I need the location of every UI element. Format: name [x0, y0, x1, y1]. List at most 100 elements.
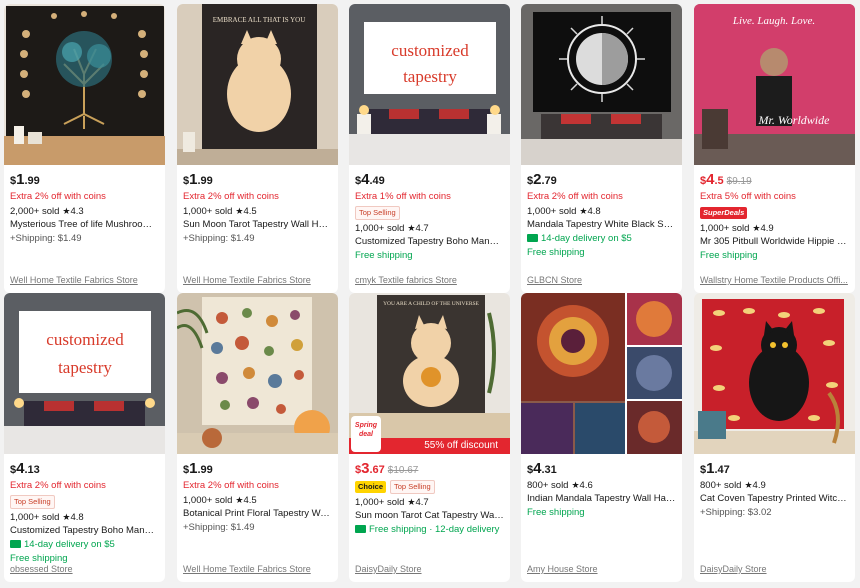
rating: 4.3: [70, 206, 84, 217]
store-link[interactable]: GLBCN Store: [527, 275, 582, 285]
product-card[interactable]: customized tapestry $4.49 Extra 1% off w…: [349, 4, 510, 293]
product-title[interactable]: Customized Tapestry Boho Mandal...: [355, 235, 504, 249]
store-link[interactable]: Well Home Textile Fabrics Store: [10, 275, 138, 285]
sold-rating: 1,000+ sold ★4.5: [183, 204, 332, 218]
product-title[interactable]: Mysterious Tree of life Mushroom ...: [10, 218, 159, 232]
product-image[interactable]: [177, 293, 338, 454]
image-caption: YOU ARE A CHILD OF THE UNIVERSE: [383, 301, 479, 307]
badges: Choice Top Selling: [355, 479, 504, 494]
store-link[interactable]: Well Home Textile Fabrics Store: [183, 564, 311, 574]
sold-rating: 1,000+ sold ★4.7: [355, 221, 504, 235]
product-image[interactable]: [521, 293, 682, 454]
top-selling-badge: Top Selling: [355, 205, 400, 220]
coin-discount: Extra 2% off with coins: [183, 480, 279, 491]
product-image[interactable]: [521, 4, 682, 165]
product-image[interactable]: YOU ARE A CHILD OF THE UNIVERSE 55% off …: [349, 293, 510, 454]
coin-discount: Extra 2% off with coins: [183, 191, 279, 202]
star-icon: ★: [571, 480, 580, 490]
image-text-line2: tapestry: [403, 67, 457, 86]
product-title[interactable]: Botanical Print Floral Tapestry Wall ...: [183, 507, 332, 521]
product-title[interactable]: Mandala Tapestry White Black Sun ...: [527, 218, 676, 232]
sold-count: 1,000+ sold: [183, 206, 233, 217]
product-card[interactable]: YOU ARE A CHILD OF THE UNIVERSE 55% off …: [349, 293, 510, 582]
sold-count: 1,000+ sold: [355, 223, 405, 234]
rating: 4.7: [415, 223, 429, 234]
top-selling-badge: Top Selling: [390, 479, 435, 494]
spring-deal-sticker: Spring deal: [351, 416, 381, 452]
sold-rating: 1,000+ sold ★4.5: [183, 493, 332, 507]
product-title[interactable]: Sun moon Tarot Cat Tapestry Wall ...: [355, 509, 504, 523]
product-grid: $1.99 Extra 2% off with coins 2,000+ sol…: [0, 0, 860, 588]
rating: 4.6: [579, 480, 593, 491]
rating: 4.8: [70, 512, 84, 523]
store-link[interactable]: Amy House Store: [527, 564, 598, 574]
product-card[interactable]: $4.31 800+ sold ★4.6 Indian Mandala Tapes…: [521, 293, 682, 582]
price: $4.49: [355, 171, 385, 188]
star-icon: ★: [744, 480, 753, 490]
shipping: Free shipping: [700, 250, 758, 261]
sold-count: 1,000+ sold: [527, 206, 577, 217]
product-card[interactable]: customized tapestry $4.13 Extra 2% off w…: [4, 293, 165, 582]
product-card[interactable]: $1.99 Extra 2% off with coins 2,000+ sol…: [4, 4, 165, 293]
store-link[interactable]: Well Home Textile Fabrics Store: [183, 275, 311, 285]
badges: Top Selling: [355, 205, 504, 220]
price: $4.5 $9.19: [700, 171, 752, 188]
product-image[interactable]: EMBRACE ALL THAT IS YOU: [177, 4, 338, 165]
product-image[interactable]: customized tapestry: [4, 293, 165, 454]
product-image[interactable]: customized tapestry: [349, 4, 510, 165]
rating: 4.5: [243, 206, 257, 217]
product-image[interactable]: [694, 293, 855, 454]
image-text-line2: tapestry: [58, 358, 112, 377]
shipping: +Shipping: $1.49: [183, 522, 255, 533]
price: $4.13: [10, 460, 40, 477]
sold-rating: 800+ sold ★4.9: [700, 478, 849, 492]
store-link[interactable]: DaisyDaily Store: [700, 564, 767, 574]
truck-icon: [10, 540, 21, 548]
product-card[interactable]: $1.47 800+ sold ★4.9 Cat Coven Tapestry P…: [694, 293, 855, 582]
sold-rating: 1,000+ sold ★4.9: [700, 221, 849, 235]
image-text-line1: customized: [391, 41, 469, 60]
product-image[interactable]: [4, 4, 165, 165]
truck-icon: [527, 234, 538, 242]
shipping: +Shipping: $1.49: [10, 233, 82, 244]
product-title[interactable]: Customized Tapestry Boho Mandal...: [10, 524, 159, 538]
store-link[interactable]: DaisyDaily Store: [355, 564, 422, 574]
sold-rating: 2,000+ sold ★4.3: [10, 204, 159, 218]
product-card[interactable]: $2.79 Extra 2% off with coins 1,000+ sol…: [521, 4, 682, 293]
product-card[interactable]: EMBRACE ALL THAT IS YOU $1.99 Extra 2% o…: [177, 4, 338, 293]
product-title[interactable]: Mr 305 Pitbull Worldwide Hippie Ta...: [700, 235, 849, 249]
price: $1.99: [183, 460, 213, 477]
coin-discount: Extra 2% off with coins: [527, 191, 623, 202]
sold-count: 1,000+ sold: [10, 512, 60, 523]
shipping: Free shipping: [355, 250, 413, 261]
rating: 4.9: [760, 223, 774, 234]
rating: 4.9: [752, 480, 766, 491]
product-title[interactable]: Cat Coven Tapestry Printed Witchcr...: [700, 492, 849, 506]
product-title[interactable]: Sun Moon Tarot Tapestry Wall Han...: [183, 218, 332, 232]
image-text-line1: Live. Laugh. Love.: [732, 15, 815, 27]
coin-discount: Extra 5% off with coins: [700, 191, 796, 202]
product-image[interactable]: Live. Laugh. Love. Mr. Worldwide: [694, 4, 855, 165]
price: $1.99: [183, 171, 213, 188]
price: $2.79: [527, 171, 557, 188]
product-card[interactable]: $1.99 Extra 2% off with coins 1,000+ sol…: [177, 293, 338, 582]
price: $3.67 $10.67: [355, 460, 419, 477]
choice-badge: Choice: [355, 480, 387, 493]
sold-count: 800+ sold: [700, 480, 742, 491]
delivery-info: 14-day delivery on $5: [527, 232, 676, 246]
sold-count: 1,000+ sold: [700, 223, 750, 234]
image-caption: EMBRACE ALL THAT IS YOU: [213, 16, 306, 24]
sold-count: 800+ sold: [527, 480, 569, 491]
store-link[interactable]: cmyk Textile fabrics Store: [355, 275, 457, 285]
image-text-line1: customized: [46, 330, 124, 349]
product-title[interactable]: Indian Mandala Tapestry Wall Hang...: [527, 492, 676, 506]
price: $4.31: [527, 460, 557, 477]
rating: 4.8: [587, 206, 601, 217]
sold-rating: 1,000+ sold ★4.7: [355, 495, 504, 509]
store-link[interactable]: Wallstry Home Textile Products Offi...: [700, 275, 848, 285]
product-card[interactable]: Live. Laugh. Love. Mr. Worldwide $4.5 $9.…: [694, 4, 855, 293]
original-price: $10.67: [387, 465, 419, 476]
image-text-line2: Mr. Worldwide: [758, 113, 831, 127]
store-link[interactable]: obsessed Store: [10, 564, 73, 574]
sold-rating: 1,000+ sold ★4.8: [527, 204, 676, 218]
